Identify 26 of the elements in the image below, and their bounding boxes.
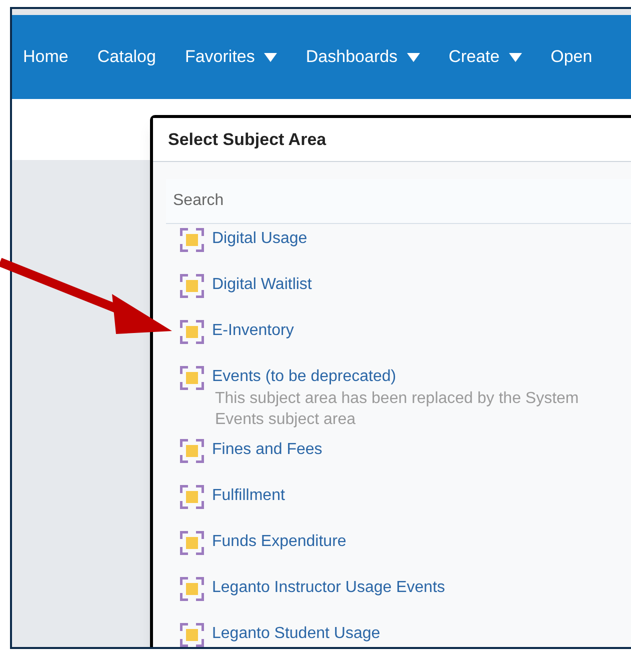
nav-link[interactable]: Open (550, 44, 592, 70)
subject-area-icon (180, 274, 204, 298)
subject-area-icon (180, 531, 204, 555)
subject-area-link[interactable]: Events (to be deprecated) (212, 365, 631, 388)
subject-area-link[interactable]: Funds Expenditure (212, 530, 346, 553)
subject-area-icon (180, 623, 204, 647)
subject-area-icon (180, 228, 204, 252)
nav-link[interactable]: Favorites (184, 44, 277, 70)
nav-link[interactable]: Dashboards (306, 44, 420, 70)
subject-area-icon (180, 366, 204, 390)
subject-area-link[interactable]: Digital Usage (212, 227, 308, 250)
subject-area-icon (180, 439, 204, 463)
subject-area-link[interactable]: Fines and Fees (212, 438, 322, 461)
subject-area-link[interactable]: E-Inventory (212, 319, 294, 342)
nav-link[interactable]: Create (448, 44, 522, 70)
subject-area-link[interactable]: Leganto Instructor Usage Events (212, 576, 446, 599)
dialog-title: Select Subject Area (168, 128, 326, 151)
subject-area-icon (180, 485, 204, 509)
subject-area-link[interactable]: Digital Waitlist (212, 273, 312, 296)
nav-link[interactable]: Home (23, 44, 68, 70)
subject-area-icon (180, 577, 204, 601)
subject-area-link[interactable]: Fulfillment (212, 484, 285, 507)
subject-area-description: This subject area has been replaced by the System Events subject area (214, 389, 580, 430)
subject-area-icon (180, 320, 204, 344)
subject-area-link[interactable]: Leganto Student Usage (212, 622, 380, 645)
nav-link[interactable]: Catalog (97, 44, 156, 70)
